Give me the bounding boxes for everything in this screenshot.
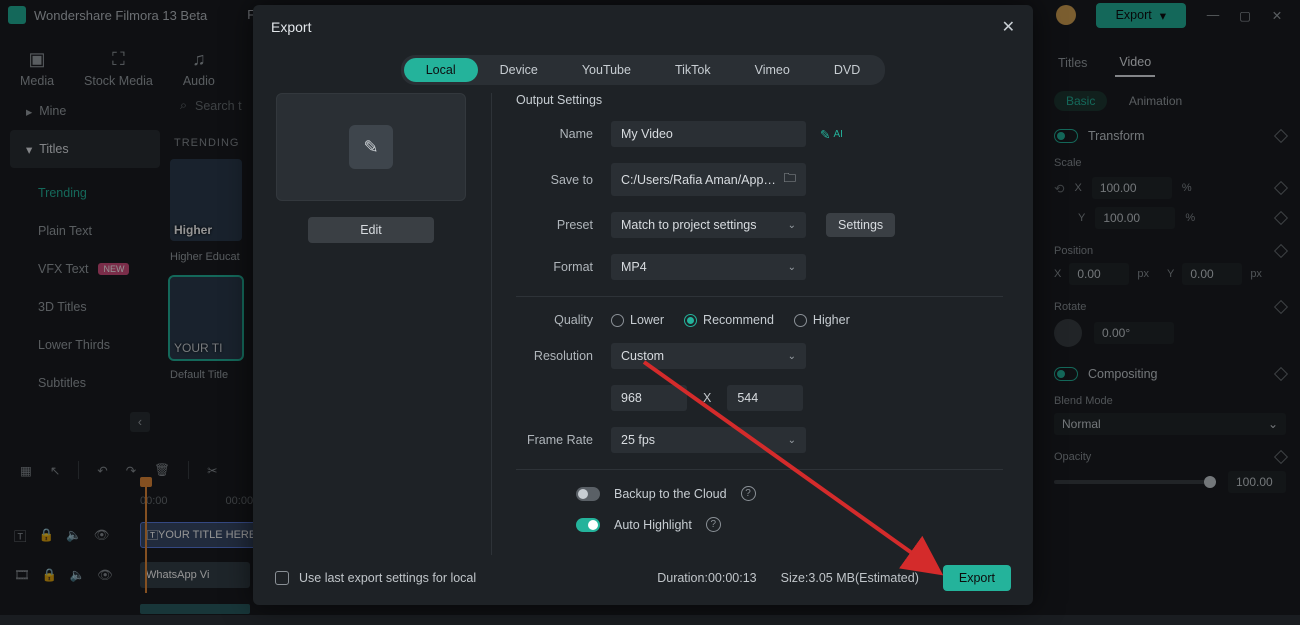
pencil-icon: ✎	[349, 125, 393, 169]
export-tab-device[interactable]: Device	[478, 58, 560, 82]
backup-cloud-toggle[interactable]	[576, 487, 600, 501]
settings-button[interactable]: Settings	[826, 213, 895, 237]
resolution-label: Resolution	[516, 349, 611, 363]
use-last-label: Use last export settings for local	[299, 571, 476, 585]
preset-select[interactable]: Match to project settings⌄	[611, 212, 806, 238]
folder-icon[interactable]: 🗀	[783, 169, 796, 190]
framerate-label: Frame Rate	[516, 433, 611, 447]
use-last-settings-checkbox[interactable]	[275, 571, 289, 585]
quality-higher-radio[interactable]: Higher	[794, 313, 850, 327]
name-label: Name	[516, 127, 611, 141]
res-width-input[interactable]: 968	[611, 385, 687, 411]
preset-label: Preset	[516, 218, 611, 232]
output-settings-header: Output Settings	[516, 93, 1003, 107]
chevron-down-icon: ⌄	[788, 435, 796, 446]
export-preview: ✎	[276, 93, 466, 201]
export-tab-vimeo[interactable]: Vimeo	[733, 58, 812, 82]
res-height-input[interactable]: 544	[727, 385, 803, 411]
auto-highlight-toggle[interactable]	[576, 518, 600, 532]
export-confirm-button[interactable]: Export	[943, 565, 1011, 591]
export-modal: Export ✕ Local Device YouTube TikTok Vim…	[253, 5, 1033, 605]
backup-label: Backup to the Cloud	[614, 487, 727, 501]
resolution-select[interactable]: Custom⌄	[611, 343, 806, 369]
export-size: Size:3.05 MB(Estimated)	[781, 571, 919, 585]
export-tab-local[interactable]: Local	[404, 58, 478, 82]
name-input[interactable]: My Video	[611, 121, 806, 147]
saveto-label: Save to	[516, 173, 611, 187]
modal-close-icon[interactable]: ✕	[1002, 17, 1015, 37]
modal-title: Export	[271, 19, 311, 35]
chevron-down-icon: ⌄	[788, 220, 796, 231]
x-separator: X	[703, 391, 711, 405]
ai-rename-icon[interactable]: ✎AI	[820, 127, 843, 142]
export-tab-dvd[interactable]: DVD	[812, 58, 882, 82]
framerate-select[interactable]: 25 fps⌄	[611, 427, 806, 453]
chevron-down-icon: ⌄	[788, 351, 796, 362]
edit-button[interactable]: Edit	[308, 217, 434, 243]
export-tab-youtube[interactable]: YouTube	[560, 58, 653, 82]
help-icon[interactable]: ?	[741, 486, 756, 501]
quality-label: Quality	[516, 313, 611, 327]
help-icon[interactable]: ?	[706, 517, 721, 532]
format-select[interactable]: MP4⌄	[611, 254, 806, 280]
quality-recommend-radio[interactable]: Recommend	[684, 313, 774, 327]
autohighlight-label: Auto Highlight	[614, 518, 692, 532]
format-label: Format	[516, 260, 611, 274]
export-duration: Duration:00:00:13	[657, 571, 756, 585]
quality-lower-radio[interactable]: Lower	[611, 313, 664, 327]
export-tab-tiktok[interactable]: TikTok	[653, 58, 733, 82]
saveto-input[interactable]: C:/Users/Rafia Aman/AppData🗀	[611, 163, 806, 196]
chevron-down-icon: ⌄	[788, 262, 796, 273]
